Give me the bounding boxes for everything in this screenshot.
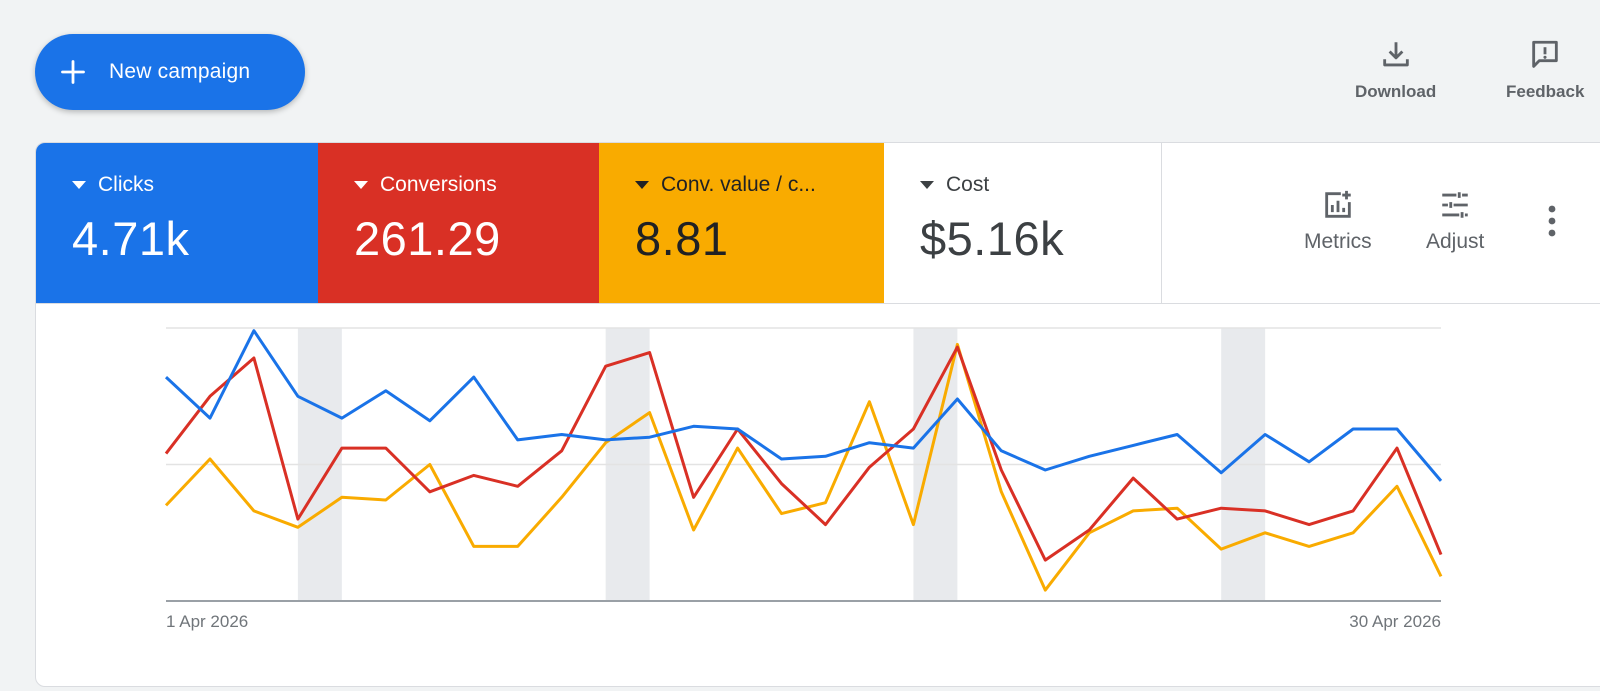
metric-value-conversions: 261.29 — [354, 212, 501, 265]
metric-tile-conv-value[interactable]: Conv. value / c... 8.81 — [599, 143, 884, 303]
metric-value-cost: $5.16k — [920, 212, 1065, 265]
feedback-label: Feedback — [1506, 82, 1585, 101]
metrics-button[interactable]: Metrics — [1304, 188, 1372, 254]
more-vert-icon[interactable] — [1544, 201, 1560, 241]
x-axis-ticks: 1 Apr 2026 30 Apr 2026 — [166, 612, 1441, 631]
x-tick-label-start: 1 Apr 2026 — [166, 612, 248, 631]
metric-name-cost: Cost — [946, 173, 990, 196]
plus-icon — [61, 60, 85, 84]
metrics-label: Metrics — [1304, 230, 1372, 253]
metric-name-conversions: Conversions — [380, 173, 497, 196]
caret-down-icon — [72, 181, 86, 189]
download-label: Download — [1355, 82, 1437, 101]
metric-name-conv-value: Conv. value / c... — [661, 173, 816, 196]
caret-down-icon — [635, 181, 649, 189]
download-icon — [1382, 42, 1409, 67]
metric-tile-conversions[interactable]: Conversions 261.29 — [318, 143, 599, 303]
caret-down-icon — [920, 181, 934, 189]
metric-tile-clicks[interactable]: Clicks 4.71k — [36, 143, 318, 303]
feedback-button[interactable]: Feedback — [1506, 38, 1584, 102]
caret-down-icon — [354, 181, 368, 189]
add-chart-icon — [1325, 190, 1351, 218]
metric-tiles: Clicks 4.71k Conversions 261.29 Conv. va… — [36, 143, 1600, 304]
tune-icon — [1442, 192, 1468, 218]
performance-line-chart: 1 Apr 2026 30 Apr 2026 — [164, 327, 1443, 631]
metric-value-conv-value: 8.81 — [635, 212, 729, 265]
metric-tile-cost[interactable]: Cost $5.16k — [884, 143, 1162, 303]
metric-value-clicks: 4.71k — [72, 212, 190, 265]
adjust-label: Adjust — [1426, 230, 1485, 253]
new-campaign-button[interactable]: New campaign — [35, 34, 305, 110]
download-button[interactable]: Download — [1355, 38, 1436, 102]
new-campaign-label: New campaign — [109, 60, 251, 83]
adjust-button[interactable]: Adjust — [1426, 188, 1484, 254]
metric-name-clicks: Clicks — [98, 173, 154, 196]
x-tick-label-end: 30 Apr 2026 — [1349, 612, 1441, 631]
feedback-icon — [1532, 40, 1558, 68]
performance-card: Clicks 4.71k Conversions 261.29 Conv. va… — [35, 142, 1600, 687]
